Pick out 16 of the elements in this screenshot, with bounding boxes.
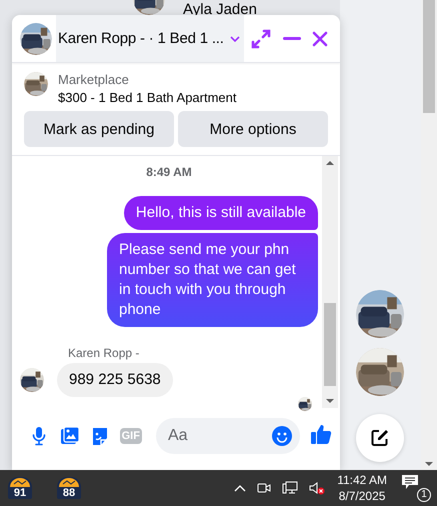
taskbar-app[interactable]: 91: [8, 477, 32, 499]
action-button[interactable]: Mark as pending: [24, 111, 174, 147]
listing-source: Marketplace: [58, 72, 130, 87]
message-bubble: 989 225 5638: [57, 363, 173, 397]
message-bubble: Please send me your phn number so that we can get in touch with you through phone: [107, 233, 318, 327]
timestamp: 8:49 AM: [145, 165, 193, 179]
listing-title[interactable]: $300 - 1 Bed 1 Bath Apartment: [58, 90, 237, 105]
contact-name[interactable]: Ayla Jaden: [183, 2, 257, 17]
action-button[interactable]: More options: [178, 111, 328, 147]
message-input[interactable]: Aa: [156, 418, 300, 454]
message-bubble: Hello, this is still available: [124, 196, 318, 230]
notification-button[interactable]: 1: [401, 474, 431, 502]
sender-name: Karen Ropp -: [68, 346, 140, 360]
conversation-title[interactable]: Karen Ropp - · 1 Bed 1 ...: [56, 15, 244, 62]
taskbar-app[interactable]: 88: [57, 477, 81, 499]
clock[interactable]: 11:42 AM 8/7/2025: [337, 472, 387, 504]
